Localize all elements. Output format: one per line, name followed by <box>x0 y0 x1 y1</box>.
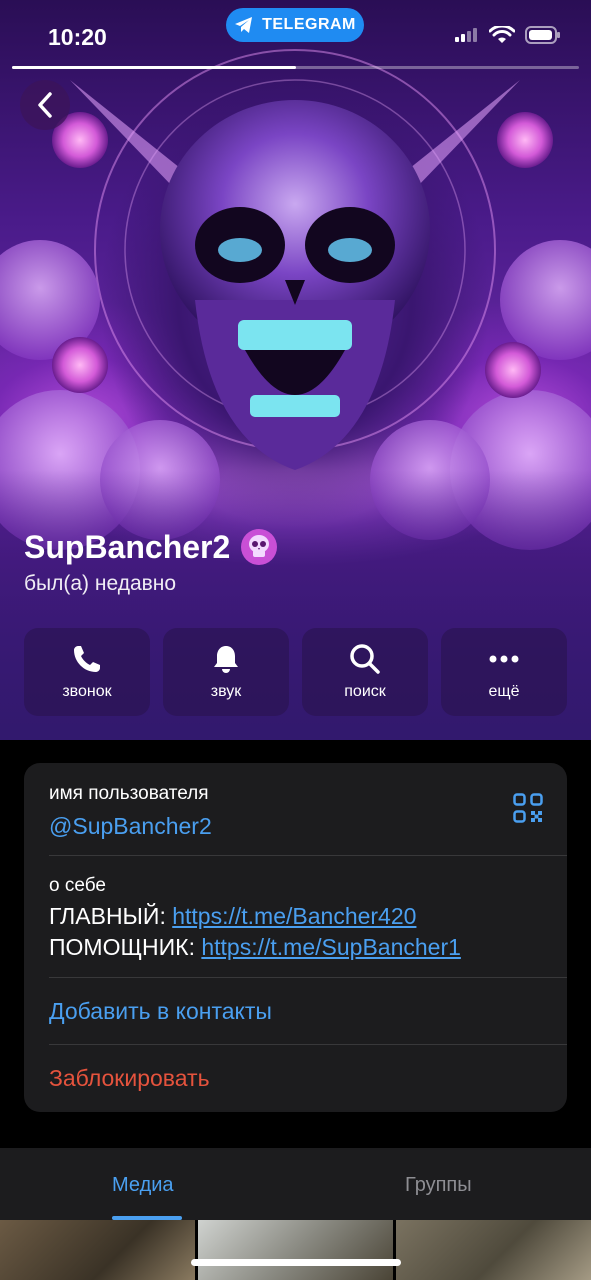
telegram-pill-label: TELEGRAM <box>262 16 356 33</box>
profile-header: 10:20 TELEGRAM SupBancher2 был(а) недавн… <box>0 0 591 740</box>
block-button[interactable]: Заблокировать <box>49 1065 547 1092</box>
qr-code-icon[interactable] <box>513 793 543 823</box>
tab-groups[interactable]: Группы <box>405 1174 472 1197</box>
search-button[interactable]: поиск <box>302 628 428 716</box>
username-row[interactable]: имя пользователя @SupBancher2 <box>49 783 547 840</box>
more-icon <box>489 655 519 663</box>
home-indicator[interactable] <box>191 1259 401 1266</box>
signal-icon <box>455 28 477 42</box>
story-progress-bar <box>12 66 579 69</box>
profile-name-row: SupBancher2 <box>24 528 278 566</box>
bio-label: о себе <box>49 875 106 896</box>
media-grid <box>0 1220 591 1280</box>
media-thumbnail[interactable] <box>0 1220 195 1280</box>
bio-helper-prefix: ПОМОЩНИК: <box>49 934 202 960</box>
media-thumbnail[interactable] <box>198 1220 393 1280</box>
bio-line-main: ГЛАВНЫЙ: https://t.me/Bancher420 <box>49 901 547 932</box>
call-label: звонок <box>62 683 112 700</box>
telegram-pill[interactable]: TELEGRAM <box>226 8 364 42</box>
battery-icon <box>525 26 560 44</box>
back-button[interactable] <box>20 80 70 130</box>
username-label: имя пользователя <box>49 783 209 804</box>
profile-tabs: Медиа Группы <box>0 1148 591 1220</box>
search-icon <box>350 644 380 674</box>
bio-row: о себе ГЛАВНЫЙ: https://t.me/Bancher420 … <box>49 875 547 963</box>
bio-main-prefix: ГЛАВНЫЙ: <box>49 903 173 929</box>
divider <box>49 977 567 978</box>
sound-label: звук <box>210 683 242 700</box>
tab-media[interactable]: Медиа <box>112 1174 174 1197</box>
skull-icon[interactable] <box>240 528 278 566</box>
more-button[interactable]: ещё <box>441 628 567 716</box>
profile-info-card: имя пользователя @SupBancher2 о себе ГЛА… <box>24 763 567 1112</box>
bio-main-link[interactable]: https://t.me/Bancher420 <box>172 903 416 929</box>
telegram-icon <box>235 17 253 33</box>
divider <box>49 1044 567 1045</box>
divider <box>49 855 567 856</box>
bell-icon <box>214 646 238 673</box>
status-icons <box>455 26 561 44</box>
profile-name: SupBancher2 <box>24 528 231 565</box>
sound-button[interactable]: звук <box>163 628 289 716</box>
bio-helper-link[interactable]: https://t.me/SupBancher1 <box>201 934 461 960</box>
status-time: 10:20 <box>48 24 107 50</box>
media-thumbnail[interactable] <box>396 1220 591 1280</box>
bio-line-helper: ПОМОЩНИК: https://t.me/SupBancher1 <box>49 932 547 963</box>
search-label: поиск <box>344 683 386 700</box>
story-progress-fill <box>12 66 296 69</box>
add-contact-button[interactable]: Добавить в контакты <box>49 998 547 1025</box>
profile-actions: звонок звук поиск ещё <box>24 628 567 716</box>
username-value[interactable]: @SupBancher2 <box>49 813 547 840</box>
call-button[interactable]: звонок <box>24 628 150 716</box>
phone-icon <box>74 646 100 672</box>
wifi-icon <box>489 26 515 43</box>
last-seen-status: был(а) недавно <box>24 572 177 595</box>
more-label: ещё <box>488 683 520 700</box>
chevron-left-icon <box>38 92 52 118</box>
